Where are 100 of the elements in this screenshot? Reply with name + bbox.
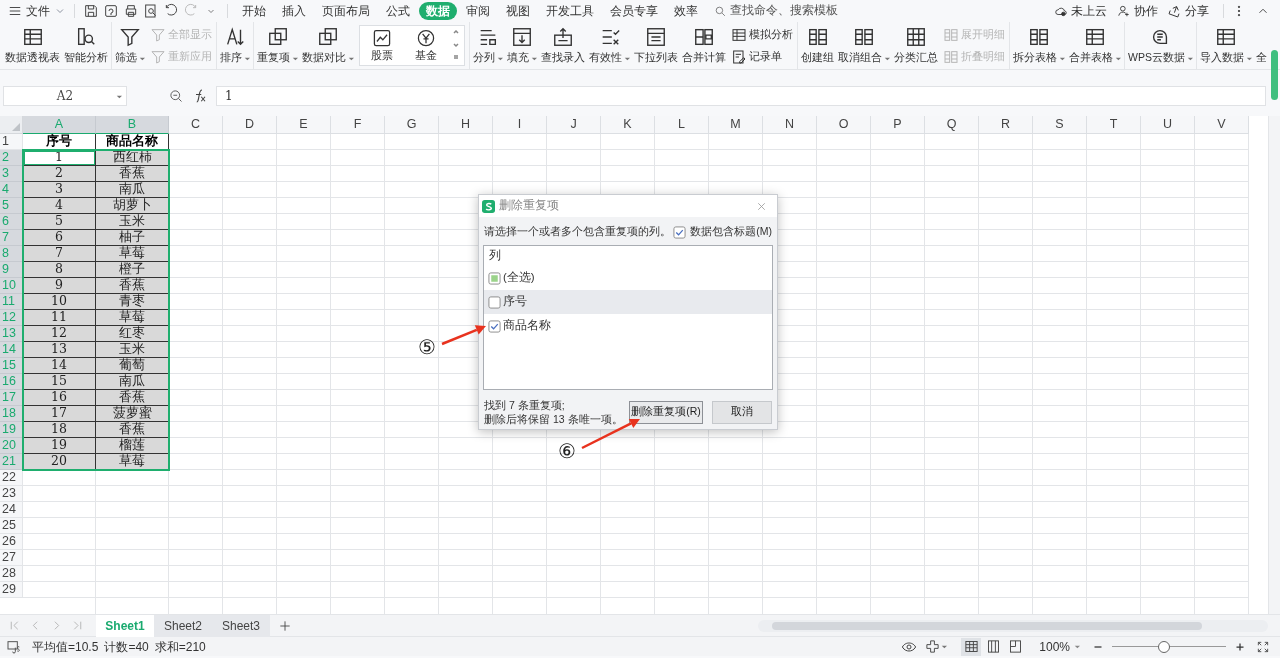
ribbon-tab[interactable]: 开发工具 <box>539 2 601 20</box>
row-header[interactable]: 25 <box>0 518 23 534</box>
ribbon-button[interactable]: 分列 <box>471 22 505 69</box>
search-field[interactable]: 查找命令、搜索模板 <box>714 2 864 20</box>
file-menu[interactable]: 文件 <box>6 1 68 21</box>
undo-icon[interactable] <box>163 3 179 19</box>
column-header[interactable]: F <box>331 116 385 134</box>
table-icon <box>1084 26 1106 48</box>
ribbon-button[interactable]: 数据透视表 <box>3 22 62 69</box>
grid-view-button[interactable] <box>961 637 982 656</box>
header-checkbox-option[interactable]: 数据包含标题(M) <box>673 224 772 240</box>
column-header[interactable]: N <box>763 116 817 134</box>
checkbox[interactable] <box>488 319 501 333</box>
gallery-item[interactable]: 基金 <box>404 26 448 65</box>
print-icon[interactable] <box>123 3 139 19</box>
row-header[interactable]: 23 <box>0 486 23 502</box>
ribbon-button[interactable]: 查找录入 <box>539 22 587 69</box>
ribbon-button[interactable]: 数据对比 <box>300 22 356 69</box>
sheet-tab[interactable]: Sheet3 <box>212 614 270 637</box>
ribbon-tab[interactable]: 插入 <box>275 2 313 20</box>
dialog-button[interactable]: 取消 <box>712 400 772 424</box>
crosshair-icon[interactable] <box>925 639 941 654</box>
column-header[interactable]: L <box>655 116 709 134</box>
ribbon-button[interactable]: 拆分表格 <box>1011 22 1067 69</box>
name-box[interactable]: A2 <box>3 86 127 106</box>
row-header[interactable]: 28 <box>0 566 23 582</box>
toolbar-button[interactable]: 协作 <box>1117 2 1158 20</box>
fullscreen-icon[interactable] <box>1256 639 1270 654</box>
row-header[interactable]: 22 <box>0 470 23 486</box>
row-header[interactable]: 29 <box>0 582 23 598</box>
ribbon-button[interactable]: WPS云数据 <box>1126 22 1195 69</box>
checkbox[interactable] <box>673 225 687 239</box>
row-header[interactable]: 27 <box>0 550 23 566</box>
gallery-item[interactable]: 股票 <box>360 26 404 65</box>
print-preview-icon[interactable] <box>143 3 159 19</box>
ribbon-tab[interactable]: 视图 <box>499 2 537 20</box>
list-item[interactable]: 序号 <box>484 290 772 314</box>
column-header[interactable]: Q <box>925 116 979 134</box>
column-header[interactable]: J <box>547 116 601 134</box>
column-header[interactable]: S <box>1033 116 1087 134</box>
column-header[interactable]: M <box>709 116 763 134</box>
column-header[interactable]: D <box>223 116 277 134</box>
ribbon-tab[interactable]: 页面布局 <box>315 2 377 20</box>
checkbox[interactable] <box>488 295 501 309</box>
macro-icon[interactable] <box>6 638 22 655</box>
add-sheet-icon[interactable] <box>278 618 292 633</box>
column-header[interactable]: G <box>385 116 439 134</box>
ribbon-button[interactable]: 记录单 <box>731 46 793 67</box>
ribbon-button[interactable]: 下拉列表 <box>632 22 680 69</box>
ribbon-tab[interactable]: 开始 <box>235 2 273 20</box>
column-header[interactable]: I <box>493 116 547 134</box>
ribbon-button[interactable]: 填充 <box>505 22 539 69</box>
save-icon[interactable] <box>83 3 99 19</box>
row-header[interactable]: 1 <box>0 134 23 150</box>
slider-thumb[interactable] <box>1158 640 1171 653</box>
list-item[interactable]: (全选) <box>484 266 772 290</box>
ribbon-button[interactable]: 重复项 <box>255 22 300 69</box>
scrollbar-thumb[interactable] <box>1271 50 1278 100</box>
ribbon-tab[interactable]: 公式 <box>379 2 417 20</box>
toolbar-button[interactable]: 未上云 <box>1054 2 1107 20</box>
column-header[interactable]: O <box>817 116 871 134</box>
checkbox[interactable] <box>488 271 501 285</box>
toolbar-button[interactable]: 分享 <box>1168 2 1209 20</box>
formula-field[interactable]: 1 <box>216 86 1266 106</box>
column-header[interactable]: T <box>1087 116 1141 134</box>
column-header[interactable]: C <box>169 116 223 134</box>
zoom-slider[interactable] <box>1112 640 1226 653</box>
ribbon-button[interactable]: 合并计算 <box>680 22 728 69</box>
ribbon-tab[interactable]: 审阅 <box>459 2 497 20</box>
ribbon-button[interactable]: 有效性 <box>587 22 632 69</box>
ribbon-button[interactable]: 模拟分析 <box>731 24 793 45</box>
gallery-scroll-icon[interactable] <box>451 30 461 62</box>
row-header[interactable]: 24 <box>0 502 23 518</box>
sheet-tab[interactable]: Sheet2 <box>154 614 212 637</box>
column-header[interactable]: R <box>979 116 1033 134</box>
ribbon-button[interactable]: 筛选 <box>113 22 147 69</box>
ribbon-button[interactable]: 导入数据 <box>1197 22 1254 69</box>
list-item[interactable]: 商品名称 <box>484 314 772 338</box>
ribbon-button[interactable]: 智能分析 <box>62 22 110 69</box>
ribbon-button[interactable]: 创建组 <box>799 22 836 69</box>
vertical-scrollbar[interactable] <box>1268 116 1280 614</box>
horizontal-scrollbar[interactable] <box>758 619 1268 632</box>
column-header[interactable]: E <box>277 116 331 134</box>
panels-icon <box>693 26 715 48</box>
ribbon-button[interactable]: 全 <box>1253 22 1269 69</box>
ribbon-button[interactable]: 合并表格 <box>1067 22 1123 69</box>
ribbon-button[interactable]: 取消组合 <box>836 22 892 69</box>
ribbon-tab[interactable]: 效率 <box>667 2 705 20</box>
column-header[interactable]: U <box>1141 116 1195 134</box>
zoom-dropdown[interactable]: 100% <box>1039 637 1080 656</box>
column-header[interactable]: K <box>601 116 655 134</box>
column-header[interactable]: H <box>439 116 493 134</box>
column-header[interactable]: V <box>1195 116 1249 134</box>
dialog-button[interactable]: 删除重复项(R) <box>629 400 703 424</box>
column-header[interactable]: P <box>871 116 925 134</box>
ribbon-tab[interactable]: 会员专享 <box>603 2 665 20</box>
zoom-icon[interactable] <box>169 88 184 104</box>
ribbon-button[interactable]: 排序 <box>218 22 252 69</box>
row-header[interactable]: 26 <box>0 534 23 550</box>
ribbon-button[interactable]: 分类汇总 <box>892 22 940 69</box>
